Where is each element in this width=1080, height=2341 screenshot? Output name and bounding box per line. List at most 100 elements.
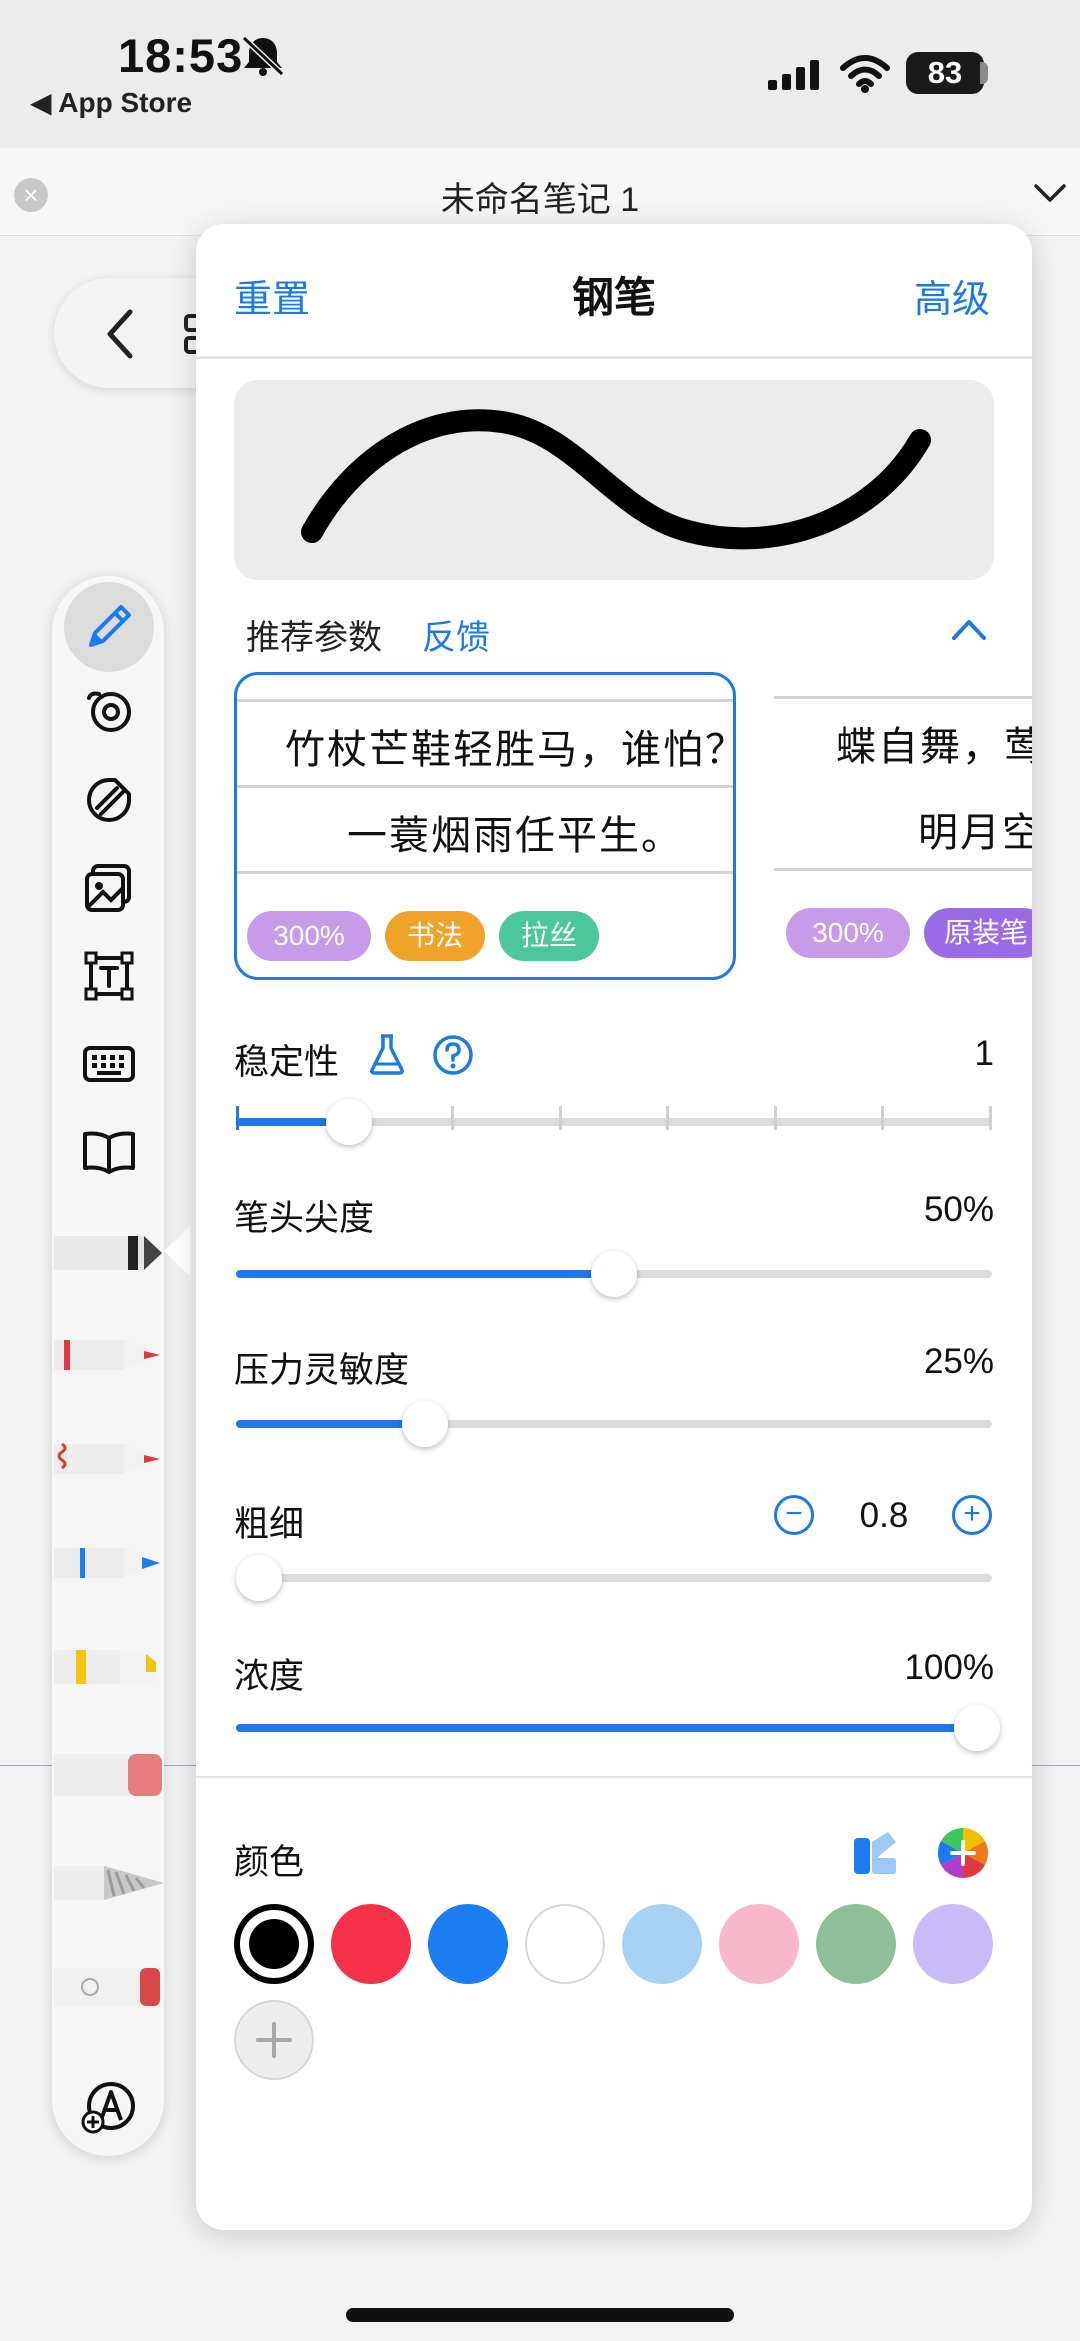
panel-title: 钢笔: [571, 274, 656, 321]
opacity-label: 浓度: [234, 1657, 305, 1696]
preset-sample-line: 明月空庭: [918, 810, 1032, 856]
color-swatch[interactable]: [622, 1904, 702, 1984]
back-chevron-icon[interactable]: [100, 304, 140, 364]
sticker-icon: [87, 778, 131, 822]
black-pen-tool[interactable]: [54, 1218, 178, 1288]
feedback-link[interactable]: 反馈: [422, 610, 490, 659]
popover-arrow: [164, 1226, 190, 1276]
preset-tag: 300%: [786, 908, 910, 958]
slider-tick: [451, 1106, 454, 1130]
yellow-highlighter-tool[interactable]: [54, 1632, 164, 1702]
panel-header-divider: [196, 356, 1032, 359]
advanced-button[interactable]: 高级: [914, 268, 990, 323]
note-title[interactable]: 未命名笔记 1: [0, 172, 1080, 221]
stability-label: 稳定性: [234, 1043, 340, 1082]
preset-card[interactable]: 竹杖芒鞋轻胜马，谁怕？ 一蓑烟雨任平生。 300% 书法 拉丝: [234, 672, 736, 980]
textbox-tool-button[interactable]: [64, 936, 154, 1016]
add-color-button[interactable]: [234, 2000, 314, 2080]
wifi-icon: [840, 55, 890, 93]
keyboard-tool-button[interactable]: [64, 1024, 154, 1104]
plus-icon: [256, 2022, 292, 2058]
opacity-value: 100%: [904, 1648, 994, 1687]
help-icon[interactable]: [432, 1034, 474, 1076]
red-pen-tool[interactable]: [54, 1320, 164, 1390]
stability-slider[interactable]: [236, 1099, 992, 1145]
battery-level: 83: [927, 55, 963, 90]
eraser-tool[interactable]: [54, 1740, 164, 1810]
opacity-slider[interactable]: [236, 1705, 1000, 1751]
blue-pen-icon: [54, 1548, 160, 1578]
preset-rule: [237, 871, 733, 874]
color-swatch[interactable]: [331, 1904, 411, 1984]
thickness-decrease-button[interactable]: −: [774, 1495, 814, 1535]
pressure-label: 压力灵敏度: [234, 1351, 410, 1390]
pen-icon: [89, 605, 131, 647]
red-wave-pen-tool[interactable]: [54, 1424, 164, 1494]
preset-rule: [774, 696, 1032, 699]
slider-tick: [559, 1106, 562, 1130]
slider-knob[interactable]: [954, 1705, 1000, 1751]
preset-card[interactable]: 蝶自舞，莺自语 明月空庭 300% 原装笔: [774, 672, 1032, 980]
image-tool-button[interactable]: [64, 848, 154, 928]
slider-tick: [881, 1106, 884, 1130]
slider-knob[interactable]: [236, 1555, 282, 1601]
image-icon: [85, 864, 131, 912]
preset-tag: 拉丝: [499, 911, 599, 961]
thickness-slider[interactable]: [236, 1555, 992, 1601]
color-swatch[interactable]: [719, 1904, 799, 1984]
color-swatch[interactable]: [816, 1904, 896, 1984]
thickness-increase-button[interactable]: +: [952, 1495, 992, 1535]
preset-rule: [237, 699, 733, 702]
slider-knob[interactable]: [402, 1401, 448, 1447]
flask-icon[interactable]: [368, 1032, 406, 1076]
recommended-params-label: 推荐参数: [246, 619, 382, 657]
chevron-up-icon[interactable]: [948, 614, 990, 644]
marker-tool[interactable]: [54, 1952, 164, 2022]
section-divider: [196, 1776, 1032, 1778]
color-swatch[interactable]: [913, 1904, 993, 1984]
red-pen-icon: [54, 1340, 160, 1370]
pen-tool-button[interactable]: [64, 582, 154, 672]
color-swatch[interactable]: [428, 1904, 508, 1984]
color-wheel-icon[interactable]: [936, 1826, 990, 1880]
preset-tag: 300%: [247, 911, 371, 961]
lasso-tool-button[interactable]: [64, 672, 154, 752]
book-tool-button[interactable]: [64, 1112, 154, 1192]
color-swatch[interactable]: [234, 1904, 314, 1984]
slider-knob[interactable]: [591, 1251, 637, 1297]
slider-fill: [236, 1724, 992, 1732]
slider-fill: [236, 1420, 425, 1428]
pressure-value: 25%: [923, 1342, 994, 1381]
slider-knob[interactable]: [326, 1099, 372, 1145]
keyboard-icon: [83, 1046, 135, 1082]
sticker-tool-button[interactable]: [64, 760, 154, 840]
slider-tick: [774, 1106, 777, 1130]
stroke-preview: [234, 380, 994, 580]
home-indicator: [346, 2308, 734, 2322]
eraser-icon: [54, 1754, 162, 1796]
red-wave-pen-icon: [54, 1442, 160, 1474]
pencil-icon: [54, 1866, 164, 1900]
pencil-tool[interactable]: [54, 1848, 164, 1918]
black-pen-icon: [54, 1236, 178, 1270]
pressure-slider[interactable]: [236, 1401, 992, 1447]
add-tool-button[interactable]: [64, 2068, 154, 2148]
color-swatch[interactable]: [525, 1904, 605, 1984]
stroke-preview-curve: [301, 409, 931, 550]
mute-bell-icon: [241, 35, 285, 77]
color-picker-icon[interactable]: [850, 1828, 900, 1878]
highlighter-icon: [54, 1650, 156, 1684]
add-pen-icon: [81, 2082, 135, 2134]
tip-sharpness-value: 50%: [923, 1190, 994, 1229]
tip-sharpness-slider[interactable]: [236, 1251, 992, 1297]
preset-sample-line: 蝶自舞，莺自语: [836, 724, 1032, 770]
book-icon: [83, 1131, 135, 1174]
blue-pen-tool[interactable]: [54, 1528, 164, 1598]
preset-sample-line: 一蓑烟雨任平生。: [347, 813, 683, 859]
back-to-app-store-link[interactable]: ◀ App Store: [30, 86, 192, 119]
lasso-icon: [87, 691, 131, 732]
chevron-down-icon[interactable]: [1030, 178, 1070, 208]
slider-tick: [236, 1106, 239, 1130]
preset-tag: 书法: [385, 911, 485, 961]
textbox-icon: [84, 951, 134, 1001]
